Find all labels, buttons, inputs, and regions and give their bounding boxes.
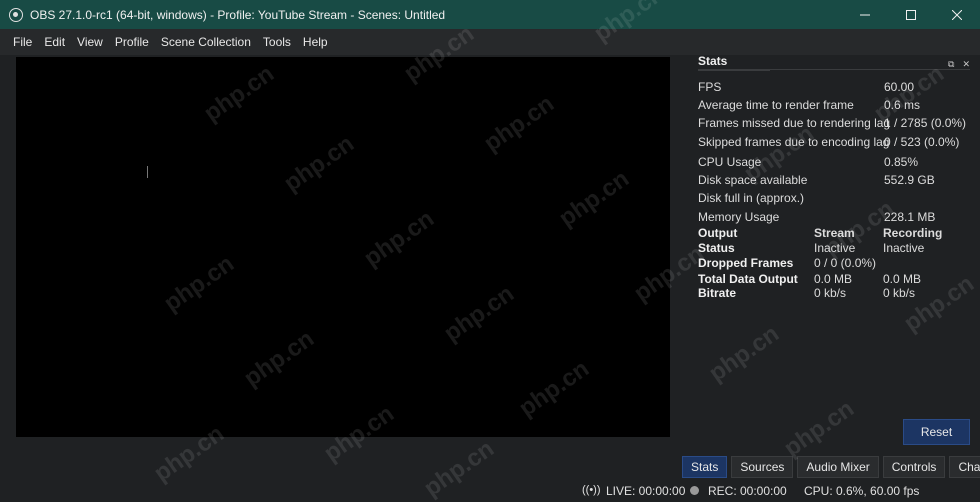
preview-canvas[interactable] (16, 57, 670, 437)
stat-cpu-label: CPU Usage (698, 155, 762, 169)
tab-audio-mixer[interactable]: Audio Mixer (797, 456, 879, 478)
undock-icon[interactable]: ⧉ (948, 59, 954, 69)
tab-chat[interactable]: Chat (949, 456, 980, 478)
cpu-fps-readout: CPU: 0.6%, 60.00 fps (804, 484, 920, 498)
stat-memory-value: 228.1 MB (884, 210, 936, 224)
tab-sources[interactable]: Sources (731, 456, 794, 478)
dock-buttons: ⧉ ✕ (948, 59, 970, 69)
stream-dropped-value: 0 / 0 (0.0%) (814, 256, 877, 270)
stat-memory-label: Memory Usage (698, 210, 780, 224)
recording-status-value: Inactive (883, 241, 925, 255)
close-button[interactable] (934, 0, 980, 29)
live-broadcast-icon: ((•)) (582, 484, 601, 496)
maximize-button[interactable] (888, 0, 934, 29)
stat-frames-missed-label: Frames missed due to rendering lag (698, 116, 891, 130)
minimize-button[interactable] (842, 0, 888, 29)
stat-skipped-frames-value: 0 / 523 (0.0%) (884, 135, 960, 149)
output-header: Output (698, 226, 738, 240)
stream-status-value: Inactive (814, 241, 856, 255)
recording-bitrate-value: 0 kb/s (883, 286, 916, 300)
tab-controls[interactable]: Controls (882, 456, 946, 478)
tab-stats[interactable]: Stats (682, 456, 728, 478)
stat-disk-full-label: Disk full in (approx.) (698, 191, 805, 205)
dock-title-divider (770, 69, 970, 70)
menu-file[interactable]: File (7, 29, 38, 55)
window-title: OBS 27.1.0-rc1 (64-bit, windows) - Profi… (30, 7, 446, 22)
output-status-label: Status (698, 241, 735, 255)
dock-tab-bar: Stats Sources Audio Mixer Controls Chat (682, 456, 980, 478)
stats-dock-title: Stats (698, 54, 728, 68)
rec-indicator-icon (690, 486, 699, 495)
menu-edit[interactable]: Edit (38, 29, 71, 55)
stats-dock: Stats ⧉ ✕ FPS 60.00 Average time to rend… (680, 50, 980, 455)
stat-fps-label: FPS (698, 80, 722, 94)
stat-cpu-value: 0.85% (884, 155, 919, 169)
stat-render-time-value: 0.6 ms (884, 98, 921, 112)
stat-disk-space-value: 552.9 GB (884, 173, 935, 187)
dock-title-underline (698, 69, 770, 71)
maximize-icon (906, 9, 916, 20)
stream-bitrate-value: 0 kb/s (814, 286, 847, 300)
stat-disk-space-label: Disk space available (698, 173, 808, 187)
menu-tools[interactable]: Tools (257, 29, 297, 55)
output-total-data-label: Total Data Output (698, 272, 798, 286)
menu-profile[interactable]: Profile (109, 29, 155, 55)
minimize-icon (860, 14, 870, 15)
status-bar: ((•)) LIVE: 00:00:00 REC: 00:00:00 CPU: … (0, 480, 980, 502)
stream-header: Stream (814, 226, 855, 240)
mouse-cursor-icon (147, 166, 151, 178)
dock-close-icon[interactable]: ✕ (962, 59, 970, 69)
reset-button[interactable]: Reset (903, 419, 970, 445)
rec-timer: REC: 00:00:00 (708, 484, 787, 498)
close-icon (952, 9, 962, 20)
stat-render-time-label: Average time to render frame (698, 98, 854, 112)
menu-help[interactable]: Help (297, 29, 334, 55)
menu-view[interactable]: View (71, 29, 109, 55)
stat-skipped-frames-label: Skipped frames due to encoding lag (698, 135, 890, 149)
output-bitrate-label: Bitrate (698, 286, 737, 300)
stream-total-data-value: 0.0 MB (814, 272, 853, 286)
recording-total-data-value: 0.0 MB (883, 272, 922, 286)
live-timer: LIVE: 00:00:00 (606, 484, 686, 498)
recording-header: Recording (883, 226, 943, 240)
menu-scene-collection[interactable]: Scene Collection (155, 29, 257, 55)
output-dropped-label: Dropped Frames (698, 256, 794, 270)
stat-fps-value: 60.00 (884, 80, 915, 94)
window-controls (842, 0, 980, 29)
stat-frames-missed-value: 1 / 2785 (0.0%) (884, 116, 967, 130)
obs-logo-icon (9, 7, 23, 22)
title-bar: OBS 27.1.0-rc1 (64-bit, windows) - Profi… (0, 0, 980, 29)
